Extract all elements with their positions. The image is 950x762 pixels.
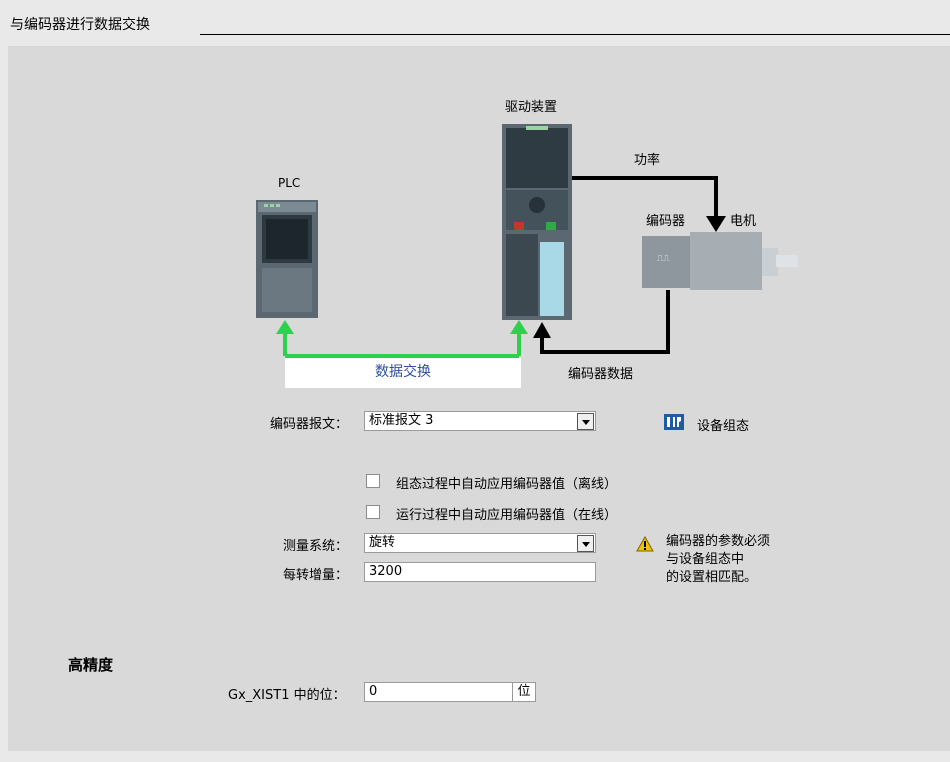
bits-unit: 位 — [512, 682, 536, 702]
measuring-system-value: 旋转 — [369, 535, 396, 550]
precision-title: 高精度 — [68, 656, 114, 674]
auto-apply-offline-label: 组态过程中自动应用编码器值（离线） — [396, 477, 618, 492]
encoder-pulse-icon: ⎍⎍ — [657, 254, 670, 264]
auto-apply-online-checkbox[interactable] — [366, 505, 380, 519]
data-exchange-label: 数据交换 — [375, 364, 431, 380]
auto-apply-offline-checkbox[interactable] — [366, 474, 380, 488]
measuring-system-label: 测量系统： — [282, 539, 348, 554]
diagram — [256, 124, 798, 358]
measuring-system-select[interactable]: 旋转 — [364, 533, 596, 553]
encoder-data-label: 编码器数据 — [568, 367, 634, 382]
device-config-link[interactable]: 设备组态 — [697, 415, 749, 434]
data-exchange-box: 数据交换 — [285, 358, 521, 388]
device-config-icon[interactable] — [664, 413, 684, 431]
telegram-select-value: 标准报文 3 — [369, 413, 434, 428]
plc-device — [256, 200, 318, 318]
drive-device — [502, 124, 572, 320]
chevron-down-icon[interactable] — [577, 535, 594, 552]
warning-text-3: 的设置相匹配。 — [666, 570, 758, 585]
data-exchange-arrows — [276, 320, 528, 358]
telegram-label: 编码器报文： — [269, 417, 348, 432]
telegram-select[interactable]: 标准报文 3 — [364, 411, 596, 431]
bits-input[interactable]: 0 — [364, 682, 514, 702]
power-label: 功率 — [634, 153, 661, 168]
auto-apply-online-label: 运行过程中自动应用编码器值（在线） — [396, 508, 618, 523]
warning-text-1: 编码器的参数必须 — [666, 534, 771, 549]
increments-input[interactable]: 3200 — [364, 562, 596, 582]
bits-label: Gx_XIST1 中的位： — [228, 688, 346, 703]
warning-text-2: 与设备组态中 — [666, 552, 745, 567]
plc-label: PLC — [278, 176, 301, 190]
drive-label: 驱动装置 — [505, 100, 558, 115]
increments-label: 每转增量： — [282, 568, 348, 583]
motor-label: 电机 — [730, 214, 757, 229]
encoder-label: 编码器 — [646, 214, 686, 229]
chevron-down-icon[interactable] — [577, 413, 594, 430]
warning-icon — [636, 535, 654, 552]
